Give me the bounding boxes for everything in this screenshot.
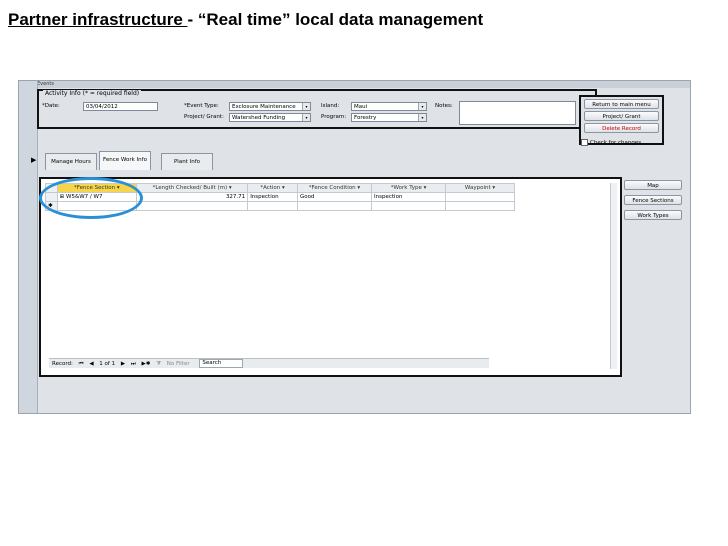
record-position[interactable]: 1 of 1 [99, 361, 115, 367]
filter-label: No Filter [166, 361, 190, 367]
column-header-label: *Length Checked/ Built (m) [152, 185, 228, 191]
filter-status[interactable]: ⧩ No Filter [156, 361, 194, 367]
column-header-label: *Fence Condition [308, 185, 356, 191]
activity-info-group: Activity Info (* = required field) *Date… [37, 89, 597, 129]
slide-title-rest: - “Real time” local data management [187, 10, 484, 29]
table-cell[interactable] [371, 201, 447, 211]
program-value: Forestry [354, 115, 377, 121]
last-record-icon[interactable]: ⏭ [131, 361, 136, 367]
chevron-down-icon[interactable]: ▾ [302, 103, 310, 110]
island-select[interactable]: Maui ▾ [351, 102, 427, 111]
table-cell[interactable] [445, 192, 515, 202]
map-button[interactable]: Map [624, 180, 682, 190]
event-type-value: Exclosure Maintenance [232, 104, 296, 110]
checkbox-icon[interactable] [581, 139, 588, 146]
delete-record-button[interactable]: Delete Record [584, 123, 659, 133]
window-title: Events [19, 81, 690, 88]
column-header-label: Waypoint [464, 185, 491, 191]
column-header-label: *Work Type [390, 185, 422, 191]
table-cell[interactable]: 327.71 [136, 192, 249, 202]
activity-info-legend: Activity Info (* = required field) [43, 90, 142, 97]
chevron-down-icon[interactable]: ▾ [418, 114, 426, 121]
project-grant-select[interactable]: Watershed Funding ▾ [229, 113, 311, 122]
previous-record-icon[interactable]: ◀ [89, 361, 93, 367]
column-header[interactable]: *Action ▾ [247, 183, 298, 193]
slide-title: Partner infrastructure - “Real time” loc… [8, 10, 483, 30]
first-record-icon[interactable]: ⏮ [79, 361, 84, 367]
action-buttons-group: Return to main menu Project/ Grant Delet… [579, 95, 664, 145]
notes-label: Notes: [435, 103, 453, 109]
record-navigation-bar: Record: ⏮ ◀ 1 of 1 ▶ ⏭ ▶✱ ⧩ No Filter Se… [49, 358, 489, 368]
program-label: Program: [321, 114, 347, 120]
check-for-changes-checkbox[interactable]: Check for changes [581, 139, 641, 146]
island-label: Island: [321, 103, 340, 109]
column-header-label: *Action [260, 185, 281, 191]
project-grant-value: Watershed Funding [232, 115, 286, 121]
filter-icon: ⧩ [156, 361, 162, 367]
project-grant-label: Project/ Grant: [184, 114, 224, 120]
work-types-button[interactable]: Work Types [624, 210, 682, 220]
slide-title-underlined: Partner infrastructure [8, 10, 188, 29]
project-grant-button[interactable]: Project/ Grant [584, 111, 659, 121]
vertical-scrollbar[interactable] [610, 183, 617, 369]
event-type-label: *Event Type: [184, 103, 219, 109]
table-cell[interactable] [296, 201, 373, 211]
tab-plant-info[interactable]: Plant Info [161, 153, 213, 170]
fence-sections-button[interactable]: Fence Sections [624, 195, 682, 205]
table-cell[interactable]: Inspection [247, 192, 298, 202]
column-header[interactable]: *Fence Condition ▾ [296, 183, 373, 193]
table-cell[interactable] [445, 201, 515, 211]
search-input[interactable]: Search [199, 359, 244, 368]
table-cell[interactable]: Good [296, 192, 373, 202]
date-label: *Date: [42, 103, 60, 109]
event-type-select[interactable]: Exclosure Maintenance ▾ [229, 102, 311, 111]
table-cell[interactable] [136, 201, 249, 211]
column-header[interactable]: *Work Type ▾ [371, 183, 447, 193]
island-value: Maui [354, 104, 368, 110]
record-label: Record: [52, 361, 73, 367]
column-header[interactable]: *Length Checked/ Built (m) ▾ [136, 183, 249, 193]
return-main-menu-button[interactable]: Return to main menu [584, 99, 659, 109]
column-header[interactable]: Waypoint ▾ [445, 183, 515, 193]
app-screenshot: Events Activity Info (* = required field… [18, 80, 691, 414]
program-select[interactable]: Forestry ▾ [351, 113, 427, 122]
expand-arrow-icon[interactable]: ▶ [31, 156, 36, 164]
notes-field[interactable] [459, 101, 576, 125]
chevron-down-icon[interactable]: ▾ [302, 114, 310, 121]
table-cell[interactable] [247, 201, 298, 211]
table-cell[interactable]: Inspection [371, 192, 447, 202]
check-for-changes-label: Check for changes [590, 140, 642, 146]
record-selector-strip[interactable] [19, 81, 38, 413]
tab-fence-work-info[interactable]: Fence Work Info [99, 151, 151, 170]
chevron-down-icon[interactable]: ▾ [418, 103, 426, 110]
tab-manage-hours[interactable]: Manage Hours [45, 153, 97, 170]
date-field[interactable]: 03/04/2012 [83, 102, 158, 111]
next-record-icon[interactable]: ▶ [121, 361, 125, 367]
new-record-nav-icon[interactable]: ▶✱ [142, 361, 151, 367]
highlight-circle [39, 177, 143, 219]
